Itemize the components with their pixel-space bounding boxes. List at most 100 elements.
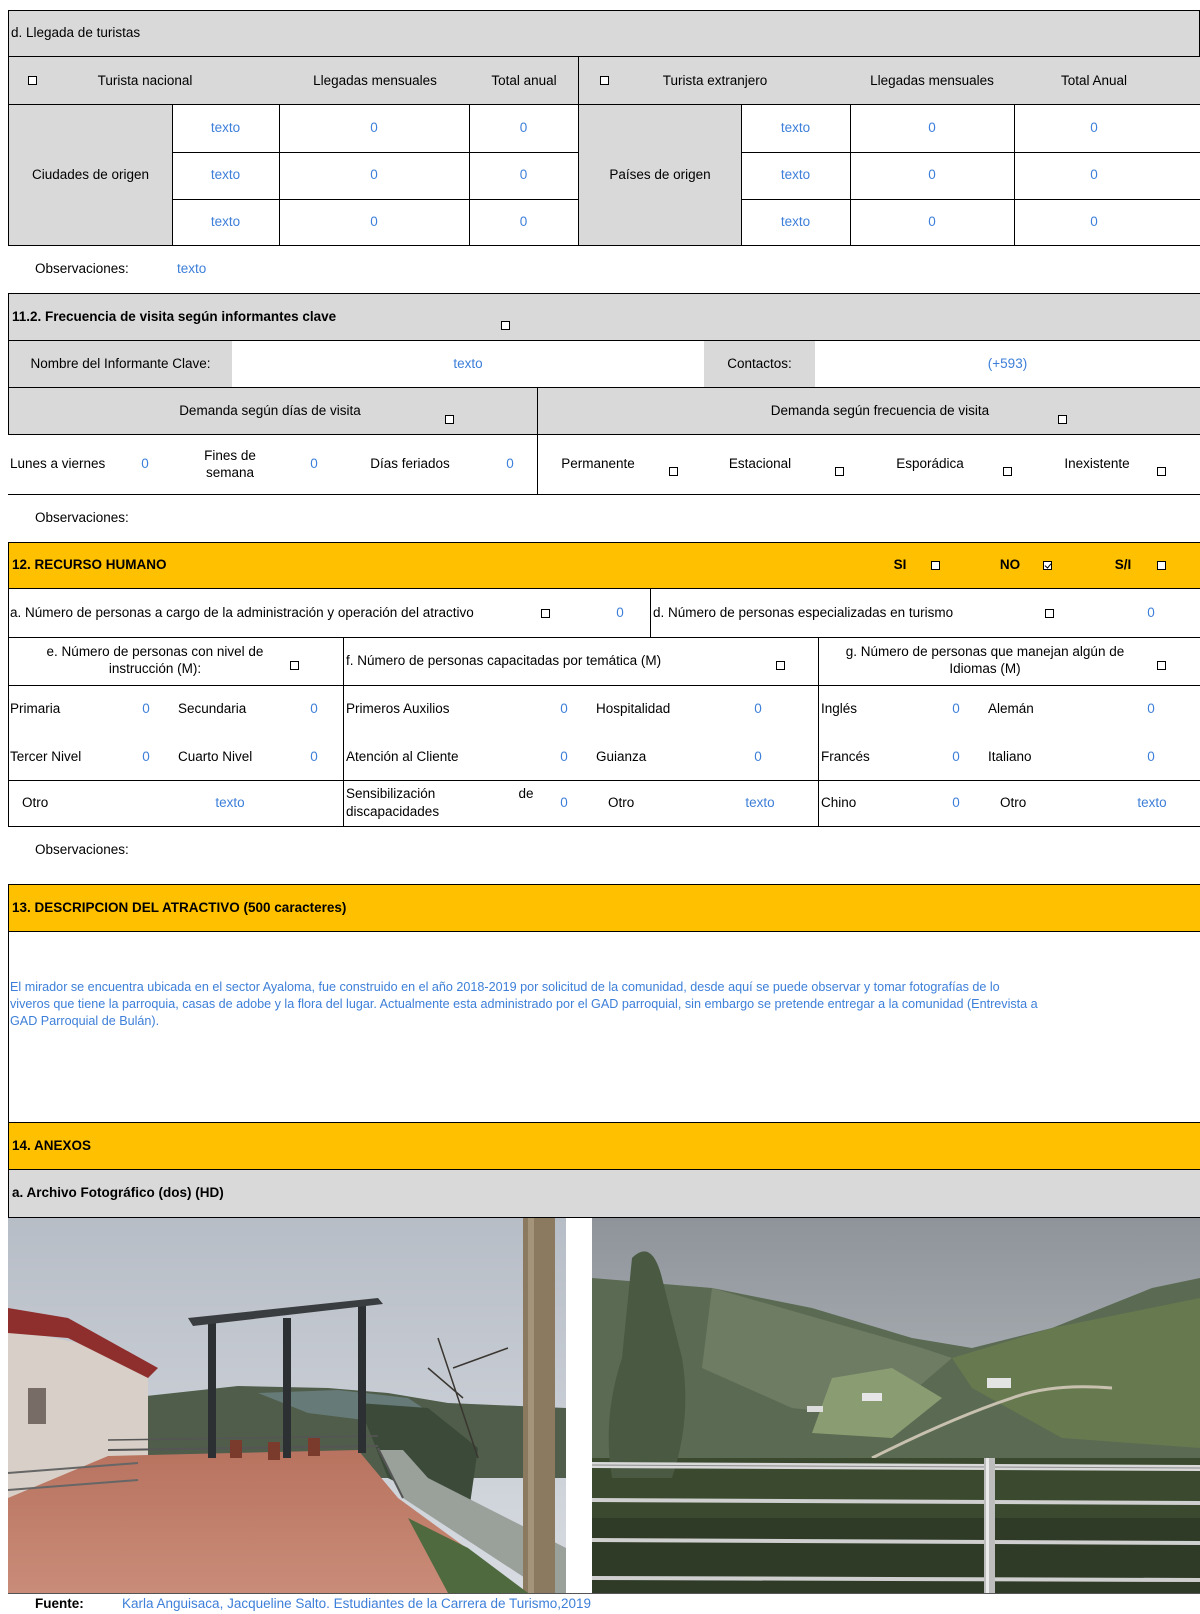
city-monthly-value[interactable]: 0 bbox=[279, 152, 469, 199]
description-line-3: GAD Parroquial de Bulán). bbox=[10, 1014, 160, 1028]
country-total-value[interactable]: 0 bbox=[1014, 199, 1174, 246]
national-tourist-checkbox[interactable] bbox=[28, 76, 37, 85]
valley-view-photo bbox=[592, 1218, 1200, 1593]
city-monthly-value[interactable]: 0 bbox=[279, 105, 469, 152]
holidays-value[interactable]: 0 bbox=[500, 435, 520, 494]
hr-no-label: NO bbox=[999, 557, 1021, 573]
contacts-value[interactable]: (+593) bbox=[815, 341, 1200, 388]
city-name[interactable]: texto bbox=[172, 199, 279, 246]
german-value[interactable]: 0 bbox=[1141, 686, 1161, 733]
permanent-checkbox[interactable] bbox=[669, 467, 678, 476]
tourists-title-text: d. Llegada de turistas bbox=[11, 25, 141, 41]
weekends-label: Fines de semana bbox=[204, 447, 256, 480]
country-monthly-value[interactable]: 0 bbox=[850, 152, 1014, 199]
description-text[interactable]: El mirador se encuentra ubicada en el se… bbox=[10, 979, 1200, 1030]
country-total-value[interactable]: 0 bbox=[1014, 105, 1174, 152]
informant-name-value[interactable]: texto bbox=[232, 341, 704, 388]
country-name[interactable]: texto bbox=[741, 199, 850, 246]
first-aid-value[interactable]: 0 bbox=[554, 686, 574, 733]
city-name[interactable]: texto bbox=[172, 152, 279, 199]
monthly-arrivals-label-2: Llegadas mensuales bbox=[870, 72, 994, 88]
frequency-title-text: 11.2. Frecuencia de visita según informa… bbox=[12, 308, 337, 324]
trained-staff-checkbox[interactable] bbox=[776, 661, 785, 670]
permanent-label: Permanente bbox=[561, 456, 635, 472]
national-tourist-label: Turista nacional bbox=[97, 72, 193, 88]
fourth-level-label: Cuarto Nivel bbox=[178, 749, 253, 765]
tourism-staff-label: d. Número de personas especializadas en … bbox=[653, 604, 954, 620]
frequency-checkbox[interactable] bbox=[501, 321, 510, 330]
hr-si-checkbox[interactable] bbox=[931, 561, 940, 570]
weekdays-label: Lunes a viernes bbox=[10, 456, 106, 472]
education-level-label: e. Número de personas con nivel de instr… bbox=[46, 644, 264, 676]
seasonal-label: Estacional bbox=[728, 456, 792, 472]
admin-staff-value[interactable]: 0 bbox=[610, 589, 630, 637]
source-label: Fuente: bbox=[35, 1595, 84, 1611]
secundaria-value[interactable]: 0 bbox=[304, 686, 324, 733]
valley-view-illustration bbox=[592, 1218, 1200, 1593]
holidays-label: Días feriados bbox=[370, 456, 450, 472]
tourists-observations-label: Observaciones: bbox=[35, 261, 129, 277]
hr-si-label: SI bbox=[893, 557, 907, 573]
weekdays-value[interactable]: 0 bbox=[135, 435, 155, 494]
customer-service-label: Atención al Cliente bbox=[346, 749, 459, 765]
demand-frequency-header: Demanda según frecuencia de visita bbox=[770, 403, 990, 419]
demand-frequency-checkbox[interactable] bbox=[1058, 415, 1067, 424]
country-monthly-value[interactable]: 0 bbox=[850, 105, 1014, 152]
annual-total-label-2: Total Anual bbox=[1060, 72, 1128, 88]
italian-label: Italiano bbox=[988, 749, 1032, 765]
city-monthly-value[interactable]: 0 bbox=[279, 199, 469, 246]
city-total-value[interactable]: 0 bbox=[469, 105, 578, 152]
languages-label: g. Número de personas que manejan algún … bbox=[845, 644, 1125, 676]
hr-no-checkbox[interactable] bbox=[1043, 561, 1052, 570]
country-name[interactable]: texto bbox=[741, 152, 850, 199]
chinese-value[interactable]: 0 bbox=[946, 781, 966, 826]
tourists-observations-value[interactable]: texto bbox=[177, 246, 477, 293]
chinese-label: Chino bbox=[821, 795, 857, 811]
country-total-value[interactable]: 0 bbox=[1014, 152, 1174, 199]
city-total-value[interactable]: 0 bbox=[469, 199, 578, 246]
hr-sni-label: S/I bbox=[1114, 557, 1132, 573]
hospitality-label: Hospitalidad bbox=[596, 701, 671, 717]
frequency-observations-label: Observaciones: bbox=[35, 510, 129, 526]
hr-sni-checkbox[interactable] bbox=[1157, 561, 1166, 570]
foreign-tourist-label: Turista extranjero bbox=[662, 72, 768, 88]
awareness-value[interactable]: 0 bbox=[554, 781, 574, 826]
nonexistent-checkbox[interactable] bbox=[1157, 467, 1166, 476]
english-value[interactable]: 0 bbox=[946, 686, 966, 733]
source-value[interactable]: Karla Anguisaca, Jacqueline Salto. Estud… bbox=[122, 1594, 922, 1614]
tourism-staff-checkbox[interactable] bbox=[1045, 609, 1054, 618]
languages-checkbox[interactable] bbox=[1157, 661, 1166, 670]
awareness-label-line1: Sensibilización bbox=[346, 785, 436, 801]
country-name[interactable]: texto bbox=[741, 105, 850, 152]
weekends-value[interactable]: 0 bbox=[304, 435, 324, 494]
italian-value[interactable]: 0 bbox=[1141, 734, 1161, 781]
demand-days-checkbox[interactable] bbox=[445, 415, 454, 424]
customer-service-value[interactable]: 0 bbox=[554, 734, 574, 781]
first-aid-label: Primeros Auxilios bbox=[346, 701, 450, 717]
french-value[interactable]: 0 bbox=[946, 734, 966, 781]
guiding-value[interactable]: 0 bbox=[748, 734, 768, 781]
other-education-value[interactable]: texto bbox=[205, 781, 255, 826]
description-title-text: 13. DESCRIPCION DEL ATRACTIVO (500 carac… bbox=[12, 899, 347, 915]
description-section-title: 13. DESCRIPCION DEL ATRACTIVO (500 carac… bbox=[8, 884, 1200, 932]
tourism-staff-value[interactable]: 0 bbox=[1141, 589, 1161, 637]
other-language-label: Otro bbox=[1000, 795, 1027, 811]
education-level-checkbox[interactable] bbox=[290, 661, 299, 670]
annual-total-label: Total anual bbox=[491, 72, 557, 88]
country-monthly-value[interactable]: 0 bbox=[850, 199, 1014, 246]
foreign-tourist-checkbox[interactable] bbox=[600, 76, 609, 85]
admin-staff-checkbox[interactable] bbox=[541, 609, 550, 618]
english-label: Inglés bbox=[821, 701, 858, 717]
fourth-level-value[interactable]: 0 bbox=[304, 734, 324, 781]
third-level-value[interactable]: 0 bbox=[136, 734, 156, 781]
city-total-value[interactable]: 0 bbox=[469, 152, 578, 199]
city-name[interactable]: texto bbox=[172, 105, 279, 152]
seasonal-checkbox[interactable] bbox=[835, 467, 844, 476]
third-level-label: Tercer Nivel bbox=[10, 749, 82, 765]
tourism-inventory-form: d. Llegada de turistas Turista nacional … bbox=[0, 0, 1200, 1614]
other-training-value[interactable]: texto bbox=[735, 781, 785, 826]
sporadic-checkbox[interactable] bbox=[1003, 467, 1012, 476]
primaria-value[interactable]: 0 bbox=[136, 686, 156, 733]
other-language-value[interactable]: texto bbox=[1127, 781, 1177, 826]
hospitality-value[interactable]: 0 bbox=[748, 686, 768, 733]
